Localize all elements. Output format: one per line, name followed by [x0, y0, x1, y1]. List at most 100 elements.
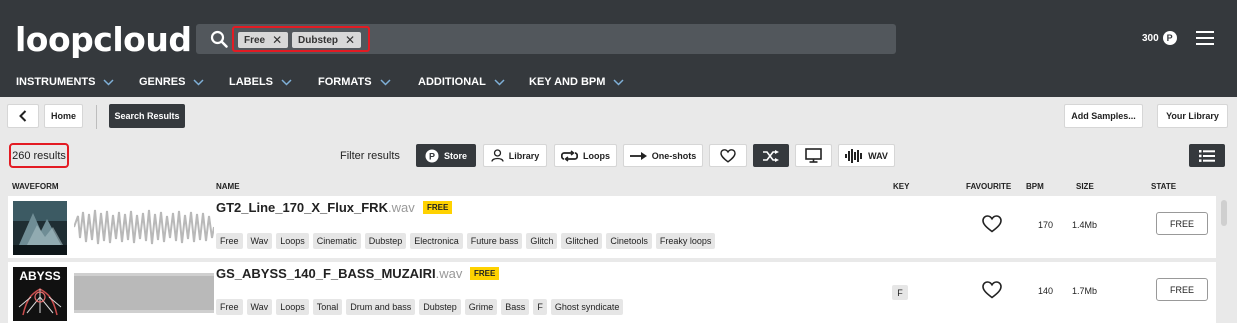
- sample-extension: .wav: [435, 266, 463, 281]
- search-chip-dubstep[interactable]: Dubstep ✕: [292, 32, 362, 48]
- table-row[interactable]: ABYSS GS_ABYSS_140_F_BASS_MUZAIRI.wav FR…: [8, 262, 1216, 323]
- tag[interactable]: Wav: [246, 299, 273, 315]
- add-samples-button[interactable]: Add Samples...: [1064, 104, 1143, 128]
- favourite-heart-icon[interactable]: [982, 281, 1002, 299]
- loopcloud-logo[interactable]: loopcloud: [15, 22, 192, 58]
- nav-genres[interactable]: GENRES: [139, 76, 204, 88]
- nav-label: KEY AND BPM: [529, 76, 606, 88]
- sample-artwork[interactable]: [13, 201, 67, 255]
- scrollbar-thumb[interactable]: [1221, 200, 1227, 226]
- column-header-key[interactable]: KEY: [893, 182, 909, 191]
- tag-list: Free Wav Loops Cinematic Dubstep Electro…: [216, 233, 716, 249]
- chevron-down-icon: [494, 78, 505, 86]
- tag[interactable]: Future bass: [466, 233, 523, 249]
- store-icon: P: [425, 149, 439, 162]
- top-bar: loopcloud Free ✕ Dubstep ✕ 300 P: [0, 0, 1237, 66]
- filter-oneshots-button[interactable]: One-shots: [623, 144, 703, 167]
- tag[interactable]: Dubstep: [419, 299, 461, 315]
- tag[interactable]: Cinematic: [312, 233, 361, 249]
- tag[interactable]: Ghost syndicate: [550, 299, 624, 315]
- sample-name-text: GT2_Line_170_X_Flux_FRK: [216, 200, 388, 215]
- tag[interactable]: Glitched: [561, 233, 603, 249]
- monitor-icon: [805, 148, 822, 163]
- waveform-icon: [845, 148, 863, 163]
- sample-name[interactable]: GT2_Line_170_X_Flux_FRK.wav: [216, 200, 415, 215]
- tag[interactable]: Free: [216, 233, 243, 249]
- search-icon[interactable]: [210, 30, 228, 48]
- filter-library-button[interactable]: Library: [483, 144, 547, 167]
- filter-label: Loops: [583, 150, 610, 161]
- tag[interactable]: Free: [216, 299, 243, 315]
- waveform-display[interactable]: [74, 204, 214, 250]
- filter-store-button[interactable]: P Store: [416, 144, 476, 167]
- divider: [96, 105, 97, 129]
- chevron-down-icon: [380, 78, 391, 86]
- nav-formats[interactable]: FORMATS: [318, 76, 391, 88]
- sample-artwork[interactable]: ABYSS: [13, 267, 67, 321]
- results-count: 260 results: [9, 143, 69, 168]
- artwork-text: ABYSS: [19, 269, 60, 283]
- tag[interactable]: Freaky loops: [655, 233, 716, 249]
- get-free-button[interactable]: FREE: [1156, 278, 1208, 301]
- nav-key-and-bpm[interactable]: KEY AND BPM: [529, 76, 624, 88]
- scrollbar[interactable]: [1219, 196, 1229, 323]
- chip-label: Free: [244, 34, 266, 46]
- tag[interactable]: Electronica: [410, 233, 463, 249]
- filter-results-label: Filter results: [340, 150, 400, 162]
- tag[interactable]: Loops: [276, 233, 309, 249]
- tag[interactable]: Dubstep: [364, 233, 407, 249]
- tag[interactable]: Glitch: [526, 233, 558, 249]
- svg-text:P: P: [429, 151, 435, 161]
- shuffle-icon: [763, 149, 779, 162]
- column-header-state: STATE: [1151, 182, 1177, 191]
- tag-list: Free Wav Loops Tonal Drum and bass Dubst…: [216, 299, 624, 315]
- nav-additional[interactable]: ADDITIONAL: [418, 76, 505, 88]
- chevron-down-icon: [193, 78, 204, 86]
- waveform-display[interactable]: [74, 270, 214, 316]
- filter-desktop-button[interactable]: [795, 144, 832, 167]
- chevron-down-icon: [281, 78, 292, 86]
- sample-name-text: GS_ABYSS_140_F_BASS_MUZAIRI: [216, 266, 436, 281]
- free-badge: FREE: [470, 267, 500, 280]
- menu-icon[interactable]: [1196, 31, 1214, 45]
- breadcrumb-home[interactable]: Home: [44, 104, 83, 128]
- tag[interactable]: Wav: [246, 233, 273, 249]
- chevron-down-icon: [613, 78, 624, 86]
- filter-wav-button[interactable]: WAV: [838, 144, 895, 167]
- tag[interactable]: Grime: [464, 299, 498, 315]
- nav-labels[interactable]: LABELS: [229, 76, 292, 88]
- close-icon[interactable]: ✕: [345, 33, 355, 47]
- nav-label: ADDITIONAL: [418, 76, 486, 88]
- filter-loops-button[interactable]: Loops: [554, 144, 617, 167]
- column-header-favourite[interactable]: FAVOURITE: [966, 182, 1011, 191]
- tag[interactable]: Tonal: [312, 299, 343, 315]
- tag[interactable]: Drum and bass: [346, 299, 416, 315]
- close-icon[interactable]: ✕: [272, 33, 282, 47]
- search-chip-free[interactable]: Free ✕: [238, 32, 289, 48]
- tag[interactable]: Cinetools: [606, 233, 652, 249]
- table-row[interactable]: GT2_Line_170_X_Flux_FRK.wav FREE Free Wa…: [8, 196, 1216, 258]
- bpm-value: 140: [1038, 286, 1054, 296]
- breadcrumb-search-results[interactable]: Search Results: [109, 104, 185, 128]
- search-bar[interactable]: Free ✕ Dubstep ✕: [196, 24, 896, 54]
- get-free-button[interactable]: FREE: [1156, 212, 1208, 235]
- sample-name[interactable]: GS_ABYSS_140_F_BASS_MUZAIRI.wav: [216, 266, 462, 281]
- favourite-heart-icon[interactable]: [982, 215, 1002, 233]
- column-header-name[interactable]: NAME: [216, 182, 240, 191]
- tag[interactable]: F: [533, 299, 547, 315]
- tag[interactable]: Loops: [276, 299, 309, 315]
- your-library-button[interactable]: Your Library: [1157, 104, 1228, 128]
- tag[interactable]: Bass: [501, 299, 530, 315]
- shuffle-button[interactable]: [753, 144, 789, 167]
- column-header-bpm[interactable]: BPM: [1026, 182, 1044, 191]
- loop-icon: [561, 149, 578, 162]
- key-badge: F: [892, 285, 908, 300]
- nav-instruments[interactable]: INSTRUMENTS: [16, 76, 114, 88]
- column-header-size[interactable]: SIZE: [1076, 182, 1094, 191]
- credits-display[interactable]: 300 P: [1142, 31, 1177, 45]
- nav-label: INSTRUMENTS: [16, 76, 96, 88]
- filter-favourite-button[interactable]: [709, 144, 747, 167]
- list-view-button[interactable]: [1189, 144, 1225, 167]
- back-button[interactable]: [7, 104, 39, 128]
- heart-icon: [720, 148, 736, 163]
